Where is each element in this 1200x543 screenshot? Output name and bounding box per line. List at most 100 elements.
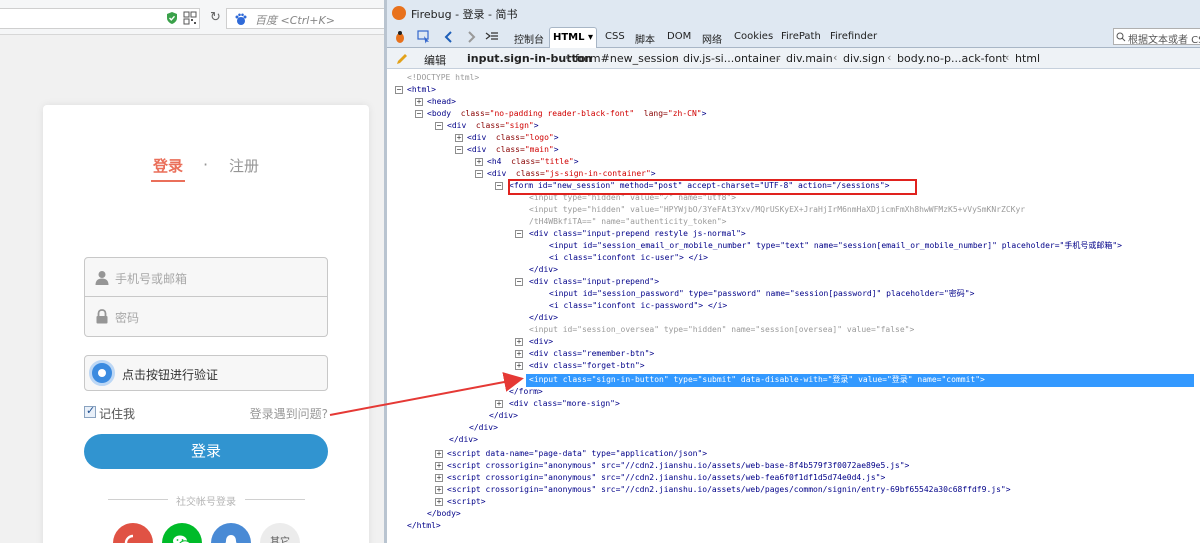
code-line[interactable]: <script> (447, 496, 486, 508)
code-line[interactable]: <div class="forget-btn"> (529, 360, 645, 372)
expand-toggle[interactable]: + (495, 400, 503, 408)
breadcrumb-item-input[interactable]: input.sign-in-button (467, 52, 592, 65)
collapse-toggle[interactable]: − (415, 110, 423, 118)
qr-code-icon[interactable] (183, 11, 197, 25)
code-line[interactable]: <div> (529, 336, 553, 348)
tab-dom[interactable]: DOM (667, 31, 691, 42)
code-line[interactable]: <h4 class="title"> (487, 156, 579, 168)
code-line[interactable]: <div class="input-prepend"> (529, 276, 659, 288)
code-line[interactable]: <div class="main"> (467, 144, 559, 156)
code-line[interactable]: <body class="no-padding reader-black-fon… (427, 108, 706, 120)
collapse-toggle[interactable]: − (435, 122, 443, 130)
code-line[interactable]: <i class="iconfont ic-password"> </i> (549, 300, 727, 312)
wechat-login-button[interactable] (162, 523, 202, 543)
expand-toggle[interactable]: + (435, 450, 443, 458)
captcha-button[interactable] (89, 360, 115, 386)
command-line-icon[interactable] (485, 30, 499, 44)
collapse-toggle[interactable]: − (515, 230, 523, 238)
expand-toggle[interactable]: + (435, 462, 443, 470)
code-line[interactable]: <head> (427, 96, 456, 108)
tab-firefinder[interactable]: Firefinder (830, 31, 877, 42)
social-login-title: 社交帐号登录 (43, 493, 369, 508)
breadcrumb-item-sign[interactable]: div.sign (843, 52, 885, 65)
login-button[interactable]: 登录 (84, 434, 328, 469)
code-line-selected[interactable]: <input class="sign-in-button" type="subm… (529, 374, 985, 386)
tab-register[interactable]: 注册 (229, 155, 259, 176)
tab-login[interactable]: 登录 (153, 155, 183, 176)
code-line[interactable]: </div> (449, 434, 478, 446)
captcha-verify[interactable]: 点击按钮进行验证 (84, 355, 328, 391)
collapse-toggle[interactable]: − (475, 170, 483, 178)
code-line[interactable]: </body> (427, 508, 461, 520)
expand-toggle[interactable]: + (455, 134, 463, 142)
collapse-toggle[interactable]: − (455, 146, 463, 154)
code-line[interactable]: <div class="logo"> (467, 132, 559, 144)
code-line[interactable]: <input id="session_password" type="passw… (549, 288, 974, 300)
code-line[interactable]: <script crossorigin="anonymous" src="//c… (447, 484, 1011, 496)
code-line[interactable]: <div class="remember-btn"> (529, 348, 654, 360)
code-line[interactable]: <input id="session_oversea" type="hidden… (529, 324, 914, 336)
collapse-toggle[interactable]: − (515, 278, 523, 286)
code-line[interactable]: /tH4WBkfiTA==" name="authenticity_token"… (529, 216, 726, 228)
expand-toggle[interactable]: + (515, 338, 523, 346)
code-line[interactable]: </form> (509, 386, 543, 398)
qq-login-button[interactable] (211, 523, 251, 543)
tab-firepath[interactable]: FirePath (781, 31, 821, 42)
selected-node-row[interactable]: <input class="sign-in-button" type="subm… (526, 374, 1194, 387)
tab-html[interactable]: HTML ▾ (549, 27, 597, 48)
tab-net[interactable]: 网络 (702, 31, 722, 46)
back-icon[interactable] (442, 30, 456, 44)
remember-checkbox[interactable] (84, 404, 96, 418)
collapse-toggle[interactable]: − (495, 182, 503, 190)
code-line[interactable]: <div class="input-prepend restyle js-nor… (529, 228, 746, 240)
forward-icon[interactable] (464, 30, 478, 44)
code-line[interactable]: <script crossorigin="anonymous" src="//c… (447, 460, 909, 472)
edit-icon[interactable] (395, 52, 409, 66)
login-problem-link[interactable]: 登录遇到问题? (250, 405, 328, 422)
tab-cookies[interactable]: Cookies (734, 31, 773, 42)
shield-icon[interactable] (165, 11, 179, 25)
inspect-icon[interactable] (417, 30, 431, 44)
expand-toggle[interactable]: + (515, 350, 523, 358)
breadcrumb-item-main[interactable]: div.main (786, 52, 833, 65)
other-login-button[interactable]: 其它 (260, 523, 300, 543)
expand-toggle[interactable]: + (435, 498, 443, 506)
search-engine-box[interactable]: 百度 <Ctrl+K> (226, 8, 386, 29)
tab-css[interactable]: CSS (605, 31, 625, 42)
code-line[interactable]: </html> (407, 520, 441, 532)
expand-toggle[interactable]: + (415, 98, 423, 106)
code-line[interactable]: <div class="sign"> (447, 120, 539, 132)
code-line[interactable]: </div> (489, 410, 518, 422)
username-field[interactable]: 手机号或邮箱 (84, 257, 328, 297)
user-icon (95, 271, 109, 285)
code-line[interactable]: <html> (407, 84, 436, 96)
code-line[interactable]: <script crossorigin="anonymous" src="//c… (447, 472, 885, 484)
password-field[interactable]: 密码 (84, 297, 328, 337)
code-line[interactable]: </div> (529, 312, 558, 324)
breadcrumb-item-container[interactable]: div.js-si...ontainer (683, 52, 780, 65)
collapse-toggle[interactable]: − (395, 86, 403, 94)
remember-label[interactable]: 记住我 (99, 405, 135, 422)
breadcrumb-item-body[interactable]: body.no-p...ack-font (897, 52, 1007, 65)
firebug-search-input[interactable]: 根据文本或者 CSS (1113, 28, 1200, 46)
expand-toggle[interactable]: + (435, 486, 443, 494)
code-line[interactable]: <div class="more-sign"> (509, 398, 620, 410)
expand-toggle[interactable]: + (435, 474, 443, 482)
weibo-login-button[interactable] (113, 523, 153, 543)
reload-icon[interactable]: ↻ (210, 11, 224, 25)
firebug-bug-icon[interactable] (393, 30, 407, 44)
code-line[interactable]: <input type="hidden" value="HPYWjbO/3YeF… (529, 204, 1025, 216)
expand-toggle[interactable]: + (475, 158, 483, 166)
code-line[interactable]: </div> (469, 422, 498, 434)
tab-console[interactable]: 控制台 (514, 31, 544, 46)
breadcrumb-item-html[interactable]: html (1015, 52, 1040, 65)
code-line[interactable]: </div> (529, 264, 558, 276)
breadcrumb-item-form[interactable]: form#new_session (575, 52, 679, 65)
tab-script[interactable]: 脚本 (635, 31, 655, 46)
code-line[interactable]: <input id="session_email_or_mobile_numbe… (549, 240, 1122, 252)
remember-row: 记住我 登录遇到问题? (84, 404, 328, 422)
code-line[interactable]: <script data-name="page-data" type="appl… (447, 448, 707, 460)
code-line[interactable]: <i class="iconfont ic-user"> </i> (549, 252, 708, 264)
expand-toggle[interactable]: + (515, 362, 523, 370)
edit-button[interactable]: 编辑 (424, 52, 446, 68)
